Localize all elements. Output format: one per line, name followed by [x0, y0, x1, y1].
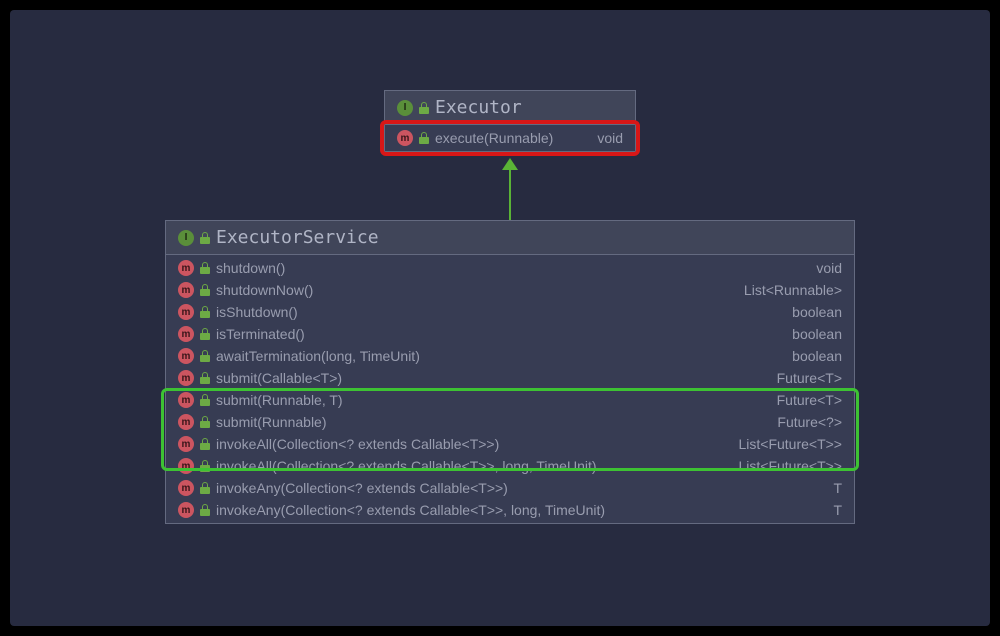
- method-return: T: [833, 480, 842, 496]
- lock-icon: [200, 482, 210, 494]
- class-header-service: I ExecutorService: [166, 221, 854, 255]
- method-row: m awaitTermination(long, TimeUnit) boolean: [166, 345, 854, 367]
- lock-icon: [200, 328, 210, 340]
- lock-icon: [419, 102, 429, 114]
- class-executor: I Executor m execute(Runnable) void: [384, 90, 636, 152]
- diagram-canvas: I Executor m execute(Runnable) void I Ex…: [10, 10, 990, 626]
- method-row: m isTerminated() boolean: [166, 323, 854, 345]
- interface-icon: I: [397, 100, 413, 116]
- class-header-executor: I Executor: [385, 91, 635, 125]
- class-name: ExecutorService: [216, 227, 379, 248]
- lock-icon: [200, 504, 210, 516]
- method-row: m submit(Callable<T>) Future<T>: [166, 367, 854, 389]
- class-body: m execute(Runnable) void: [385, 125, 635, 151]
- lock-icon: [200, 306, 210, 318]
- method-signature: invokeAny(Collection<? extends Callable<…: [216, 480, 827, 496]
- method-row: m invokeAny(Collection<? extends Callable…: [166, 477, 854, 499]
- method-signature: submit(Runnable, T): [216, 392, 771, 408]
- inheritance-arrow-line: [509, 170, 511, 220]
- method-signature: invokeAll(Collection<? extends Callable<…: [216, 458, 732, 474]
- method-icon: m: [178, 436, 194, 452]
- method-icon: m: [178, 458, 194, 474]
- method-row: m execute(Runnable) void: [385, 127, 635, 149]
- method-signature: execute(Runnable): [435, 130, 591, 146]
- class-name: Executor: [435, 97, 522, 118]
- method-return: void: [597, 130, 623, 146]
- method-icon: m: [178, 282, 194, 298]
- method-icon: m: [178, 326, 194, 342]
- method-row: m shutdown() void: [166, 257, 854, 279]
- method-icon: m: [178, 502, 194, 518]
- method-signature: submit(Runnable): [216, 414, 771, 430]
- method-row: m invokeAll(Collection<? extends Callable…: [166, 433, 854, 455]
- method-icon: m: [178, 414, 194, 430]
- lock-icon: [200, 232, 210, 244]
- method-signature: isShutdown(): [216, 304, 786, 320]
- lock-icon: [200, 438, 210, 450]
- method-signature: invokeAny(Collection<? extends Callable<…: [216, 502, 827, 518]
- method-return: Future<T>: [777, 392, 842, 408]
- method-icon: m: [178, 392, 194, 408]
- method-signature: awaitTermination(long, TimeUnit): [216, 348, 786, 364]
- method-return: T: [833, 502, 842, 518]
- lock-icon: [200, 284, 210, 296]
- method-row: m submit(Runnable, T) Future<T>: [166, 389, 854, 411]
- method-icon: m: [178, 348, 194, 364]
- method-signature: invokeAll(Collection<? extends Callable<…: [216, 436, 732, 452]
- method-return: List<Runnable>: [744, 282, 842, 298]
- lock-icon: [200, 416, 210, 428]
- method-row: m isShutdown() boolean: [166, 301, 854, 323]
- method-row: m shutdownNow() List<Runnable>: [166, 279, 854, 301]
- method-icon: m: [397, 130, 413, 146]
- lock-icon: [200, 460, 210, 472]
- method-row: m invokeAll(Collection<? extends Callable…: [166, 455, 854, 477]
- lock-icon: [200, 394, 210, 406]
- method-icon: m: [178, 260, 194, 276]
- method-icon: m: [178, 304, 194, 320]
- method-return: Future<?>: [777, 414, 842, 430]
- method-signature: shutdownNow(): [216, 282, 738, 298]
- method-return: boolean: [792, 304, 842, 320]
- method-icon: m: [178, 480, 194, 496]
- lock-icon: [200, 262, 210, 274]
- method-return: Future<T>: [777, 370, 842, 386]
- method-return: void: [816, 260, 842, 276]
- method-return: boolean: [792, 348, 842, 364]
- method-return: List<Future<T>>: [738, 458, 842, 474]
- method-icon: m: [178, 370, 194, 386]
- method-return: boolean: [792, 326, 842, 342]
- class-executor-service: I ExecutorService m shutdown() void m shutdo…: [165, 220, 855, 524]
- method-row: m submit(Runnable) Future<?>: [166, 411, 854, 433]
- method-signature: isTerminated(): [216, 326, 786, 342]
- lock-icon: [419, 132, 429, 144]
- class-body: m shutdown() void m shutdownNow() List<Runnab…: [166, 255, 854, 523]
- method-signature: submit(Callable<T>): [216, 370, 771, 386]
- interface-icon: I: [178, 230, 194, 246]
- lock-icon: [200, 372, 210, 384]
- method-return: List<Future<T>>: [738, 436, 842, 452]
- method-row: m invokeAny(Collection<? extends Callable…: [166, 499, 854, 521]
- lock-icon: [200, 350, 210, 362]
- method-signature: shutdown(): [216, 260, 810, 276]
- inheritance-arrow-head: [502, 158, 518, 170]
